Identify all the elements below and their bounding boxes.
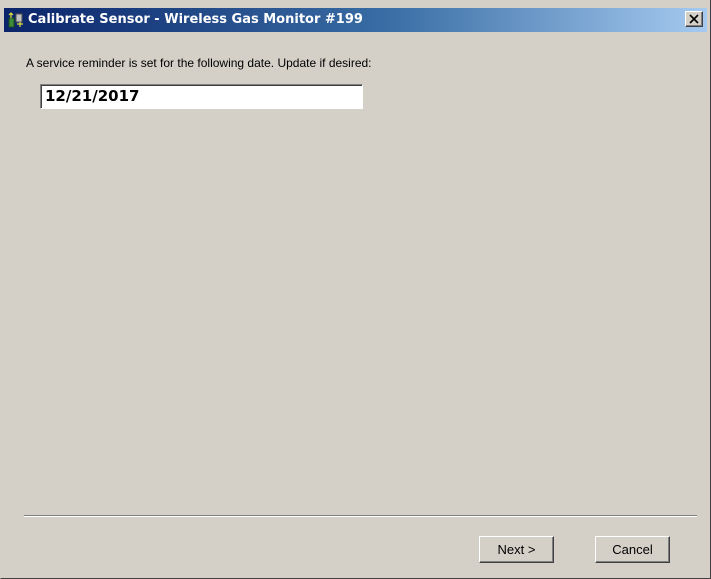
calibrate-sensor-dialog: Calibrate Sensor - Wireless Gas Monitor … — [0, 0, 711, 579]
reminder-date-field[interactable]: 12/21/2017 — [40, 84, 363, 109]
service-reminder-prompt: A service reminder is set for the follow… — [26, 56, 372, 70]
footer-separator — [24, 515, 697, 517]
title-bar[interactable]: Calibrate Sensor - Wireless Gas Monitor … — [4, 8, 707, 32]
close-icon — [689, 14, 699, 24]
cancel-button[interactable]: Cancel — [595, 536, 670, 563]
close-button[interactable] — [685, 11, 703, 27]
next-button[interactable]: Next > — [479, 536, 554, 563]
sensor-app-icon — [8, 12, 24, 28]
window-title: Calibrate Sensor - Wireless Gas Monitor … — [28, 12, 363, 27]
